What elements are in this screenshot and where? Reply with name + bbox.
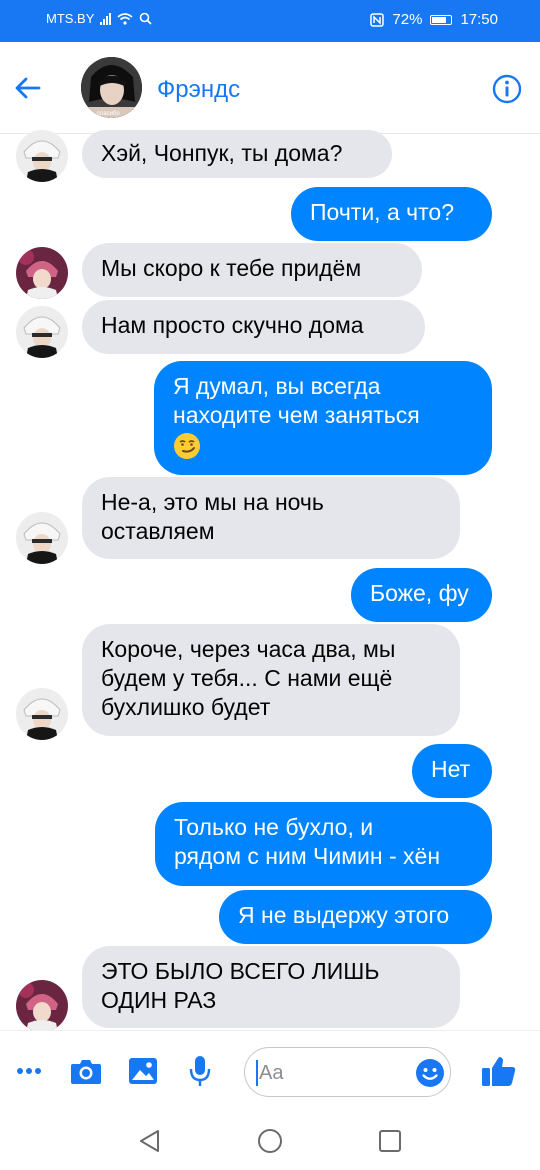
message-text: Мы скоро к тебе придём bbox=[101, 255, 362, 281]
sender-avatar-white-hat[interactable] bbox=[16, 130, 68, 182]
conversation-header: спасибо Фрэндс bbox=[0, 42, 540, 134]
thumbs-up-icon[interactable] bbox=[481, 1055, 517, 1087]
status-bar: MTS.BY 72% 17:50 bbox=[0, 0, 540, 42]
message-bubble[interactable]: Почти, а что? bbox=[291, 187, 492, 241]
message-composer: Aa bbox=[0, 1030, 540, 1110]
message-text: Нам просто скучно дома bbox=[101, 312, 364, 338]
message-input-placeholder: Aa bbox=[259, 1062, 284, 1084]
message-bubble[interactable]: Мы скоро к тебе придём bbox=[82, 243, 422, 297]
emoji-icon[interactable] bbox=[415, 1058, 445, 1088]
system-navigation-bar bbox=[0, 1110, 540, 1170]
sender-avatar-white-hat[interactable] bbox=[16, 306, 68, 358]
search-icon bbox=[140, 12, 153, 25]
sender-avatar-pink-hair[interactable] bbox=[16, 980, 68, 1032]
message-text: Я не выдержу этого bbox=[238, 902, 450, 928]
sender-avatar-pink-hair[interactable] bbox=[16, 247, 68, 299]
sender-avatar-white-hat[interactable] bbox=[16, 688, 68, 740]
wifi-icon bbox=[117, 12, 133, 25]
message-text: ЭТО БЫЛО ВСЕГО ЛИШЬ ОДИН РАЗ bbox=[101, 958, 380, 1013]
message-bubble[interactable]: Боже, фу bbox=[351, 568, 492, 622]
signal-icon bbox=[100, 12, 112, 25]
message-text: Нет bbox=[431, 756, 471, 782]
group-avatar-image: спасибо bbox=[81, 57, 142, 118]
status-left: MTS.BY bbox=[46, 11, 153, 26]
message-text: Почти, а что? bbox=[310, 199, 454, 225]
gallery-icon[interactable] bbox=[128, 1057, 158, 1085]
message-text: Я думал, вы всегда находите чем заняться bbox=[173, 373, 420, 428]
message-input[interactable]: Aa bbox=[244, 1047, 451, 1097]
recents-square-icon[interactable] bbox=[378, 1129, 402, 1153]
battery-icon bbox=[430, 14, 453, 25]
clock: 17:50 bbox=[460, 11, 498, 28]
back-triangle-icon[interactable] bbox=[138, 1129, 162, 1153]
message-bubble[interactable]: ЭТО БЫЛО ВСЕГО ЛИШЬ ОДИН РАЗ bbox=[82, 946, 460, 1028]
message-text: Боже, фу bbox=[370, 580, 469, 606]
message-bubble[interactable]: Нет bbox=[412, 744, 492, 798]
message-text: Не-а, это мы на ночь оставляем bbox=[101, 489, 324, 544]
microphone-icon[interactable] bbox=[189, 1055, 211, 1087]
message-bubble[interactable]: Нам просто скучно дома bbox=[82, 300, 425, 354]
battery-percent: 72% bbox=[392, 11, 423, 28]
info-icon[interactable] bbox=[491, 73, 523, 105]
smirk-emoji-icon bbox=[174, 432, 200, 459]
message-text: Хэй, Чонпук, ты дома? bbox=[101, 140, 343, 166]
message-bubble[interactable]: Только не бухло, и рядом с ним Чимин - х… bbox=[155, 802, 492, 886]
message-text: Короче, через часа два, мы будем у тебя.… bbox=[101, 636, 396, 720]
back-arrow-icon[interactable] bbox=[12, 72, 44, 104]
home-circle-icon[interactable] bbox=[256, 1127, 284, 1155]
message-text: Только не бухло, и рядом с ним Чимин - х… bbox=[174, 814, 441, 869]
avatar-caption: спасибо bbox=[97, 111, 120, 117]
group-avatar[interactable]: спасибо bbox=[81, 57, 142, 118]
nfc-icon bbox=[370, 12, 385, 27]
chat-title[interactable]: Фрэндс bbox=[157, 76, 240, 104]
more-icon[interactable] bbox=[16, 1063, 42, 1079]
sender-avatar-white-hat[interactable] bbox=[16, 512, 68, 564]
text-caret bbox=[256, 1060, 258, 1086]
message-bubble[interactable]: Я думал, вы всегда находите чем заняться bbox=[154, 361, 492, 475]
message-emoji-row bbox=[173, 430, 473, 459]
message-bubble[interactable]: Короче, через часа два, мы будем у тебя.… bbox=[82, 624, 460, 736]
carrier-label: MTS.BY bbox=[46, 11, 95, 26]
camera-icon[interactable] bbox=[70, 1057, 102, 1085]
message-bubble[interactable]: Не-а, это мы на ночь оставляем bbox=[82, 477, 460, 559]
status-right: 72% 17:50 bbox=[370, 11, 498, 28]
message-bubble[interactable]: Хэй, Чонпук, ты дома? bbox=[82, 130, 392, 178]
message-bubble[interactable]: Я не выдержу этого bbox=[219, 890, 492, 944]
